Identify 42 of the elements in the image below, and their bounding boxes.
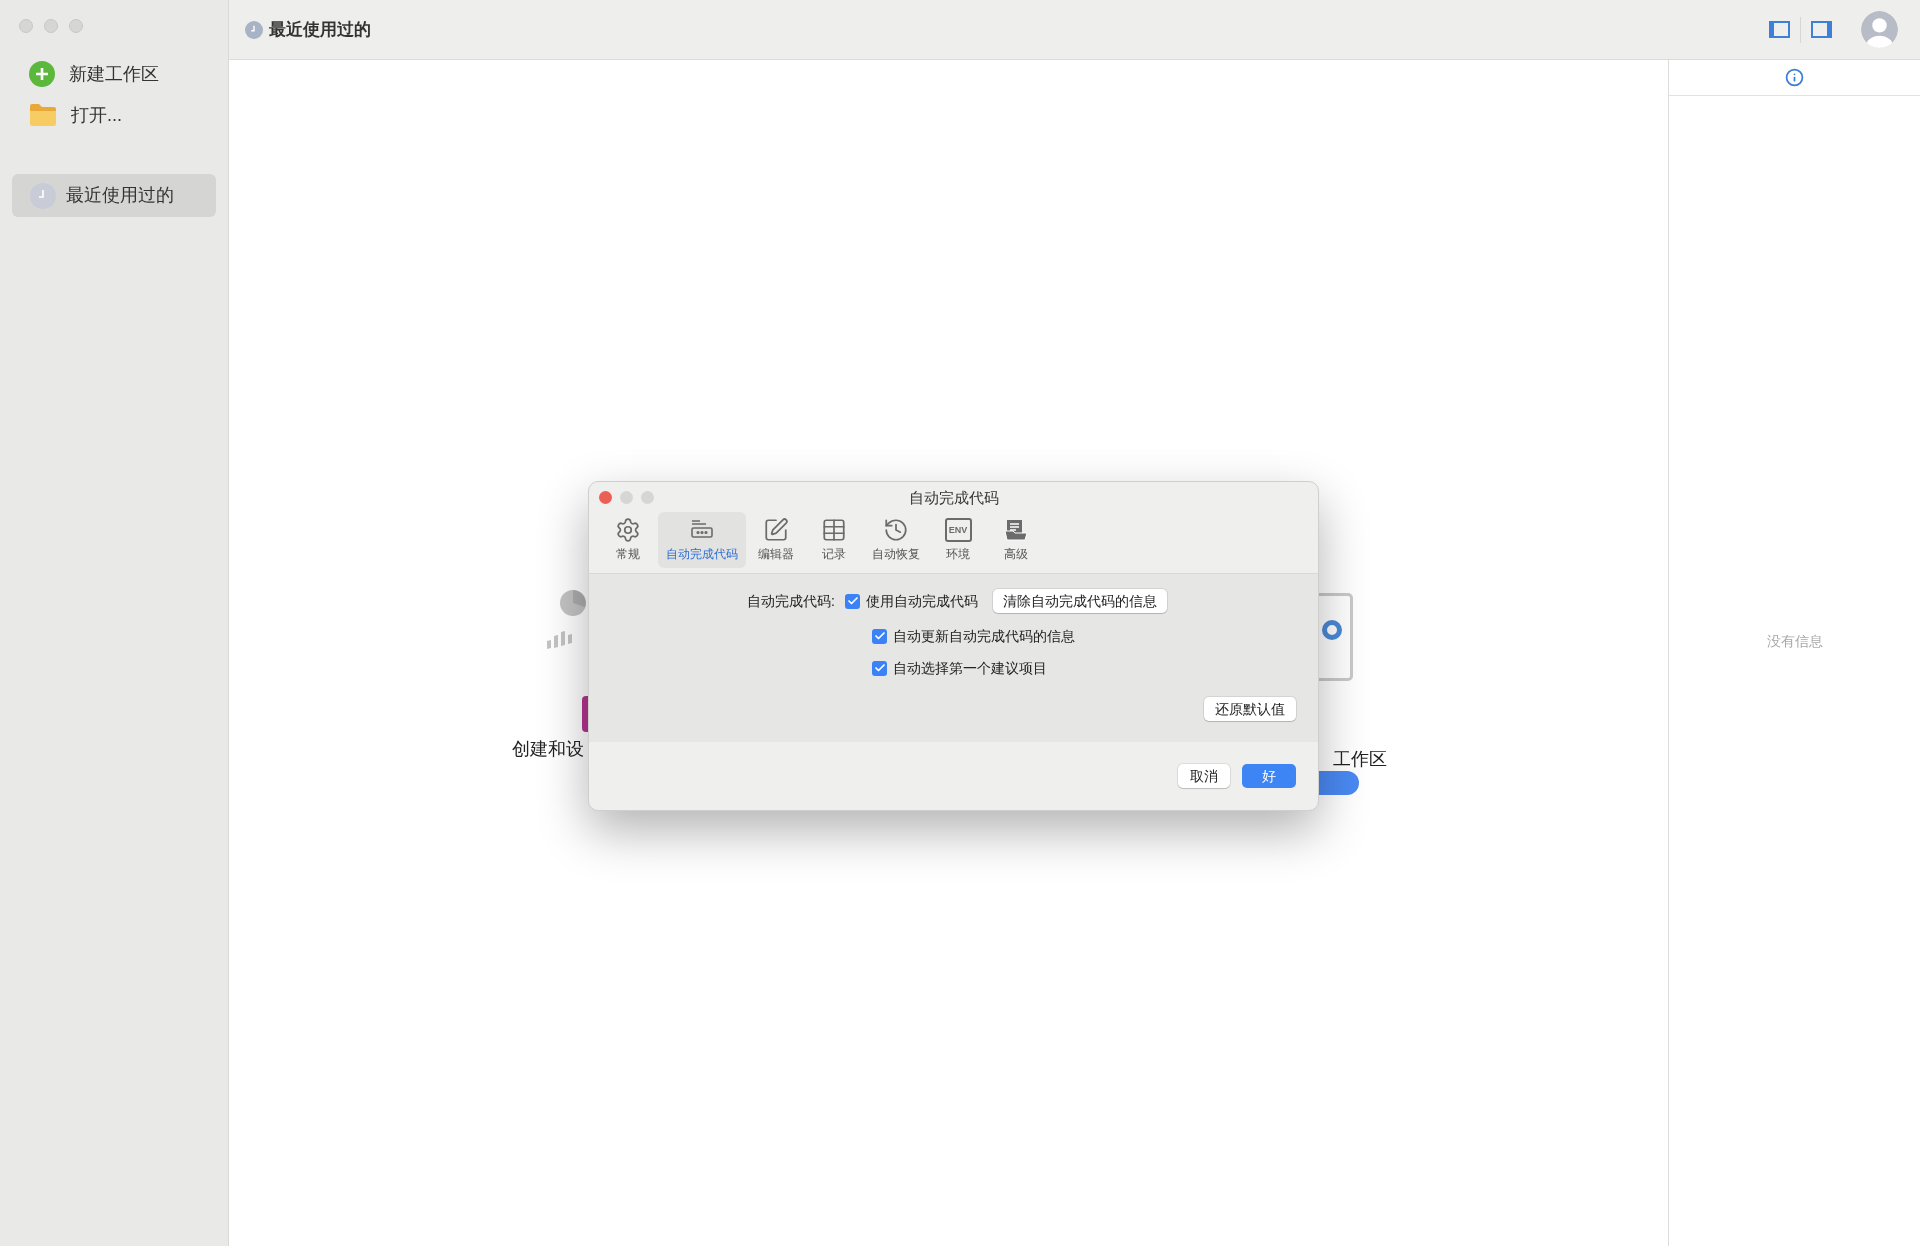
checkbox[interactable] — [872, 628, 887, 644]
dialog-title: 自动完成代码 — [908, 487, 999, 508]
ok-button[interactable]: 好 — [1242, 764, 1296, 788]
sidebar-item[interactable]: 最近使用过的 — [12, 174, 216, 217]
preference-tab[interactable]: 自动恢复 — [864, 512, 928, 568]
card-caption: 创建和设 — [512, 738, 584, 761]
preference-tab[interactable]: 自动完成代码 — [658, 512, 746, 568]
gear-icon — [615, 517, 641, 543]
clock-icon — [30, 182, 56, 209]
card-caption: 工作区 — [1333, 748, 1387, 771]
toolbar-title: 最近使用过的 — [269, 18, 371, 41]
right-sidebar-toggle-icon[interactable] — [1811, 21, 1832, 38]
plus-icon — [29, 61, 55, 87]
cancel-button[interactable]: 取消 — [1178, 764, 1230, 788]
info-icon[interactable] — [1785, 68, 1804, 87]
preference-tab[interactable]: 记录 — [806, 512, 862, 568]
restore-defaults-button[interactable]: 还原默认值 — [1204, 697, 1296, 721]
clock-icon — [245, 20, 263, 39]
checkbox-row[interactable]: 自动更新自动完成代码的信息 — [872, 625, 1318, 647]
chart-icon — [545, 589, 589, 649]
left-sidebar-toggle-icon[interactable] — [1769, 21, 1790, 38]
pencil-icon — [763, 517, 789, 543]
checkbox[interactable] — [872, 660, 887, 676]
preference-tab[interactable]: 编辑器 — [748, 512, 804, 568]
history-icon — [883, 517, 909, 543]
preference-tab[interactable]: 高级 — [988, 512, 1044, 568]
checkbox[interactable] — [845, 593, 860, 609]
env-icon: ENV — [944, 518, 972, 542]
sidebar-action[interactable]: 新建工作区 — [29, 60, 216, 88]
clear-button[interactable]: 清除自动完成代码的信息 — [993, 589, 1167, 613]
folder-icon — [29, 103, 57, 127]
preference-tab[interactable]: ENV 环境 — [930, 512, 986, 568]
close-button[interactable] — [599, 491, 612, 504]
table-icon — [821, 517, 847, 543]
sidebar-action[interactable]: 打开... — [29, 101, 216, 129]
field-label: 自动完成代码: — [746, 591, 835, 611]
checkbox-row[interactable]: 使用自动完成代码 — [845, 590, 978, 612]
avatar-icon[interactable] — [1861, 11, 1898, 48]
preference-tab[interactable]: 常规 — [600, 512, 656, 568]
checkbox-row[interactable]: 自动选择第一个建议项目 — [872, 657, 1318, 679]
document-icon — [1003, 517, 1029, 543]
empty-message: 没有信息 — [1766, 631, 1823, 651]
